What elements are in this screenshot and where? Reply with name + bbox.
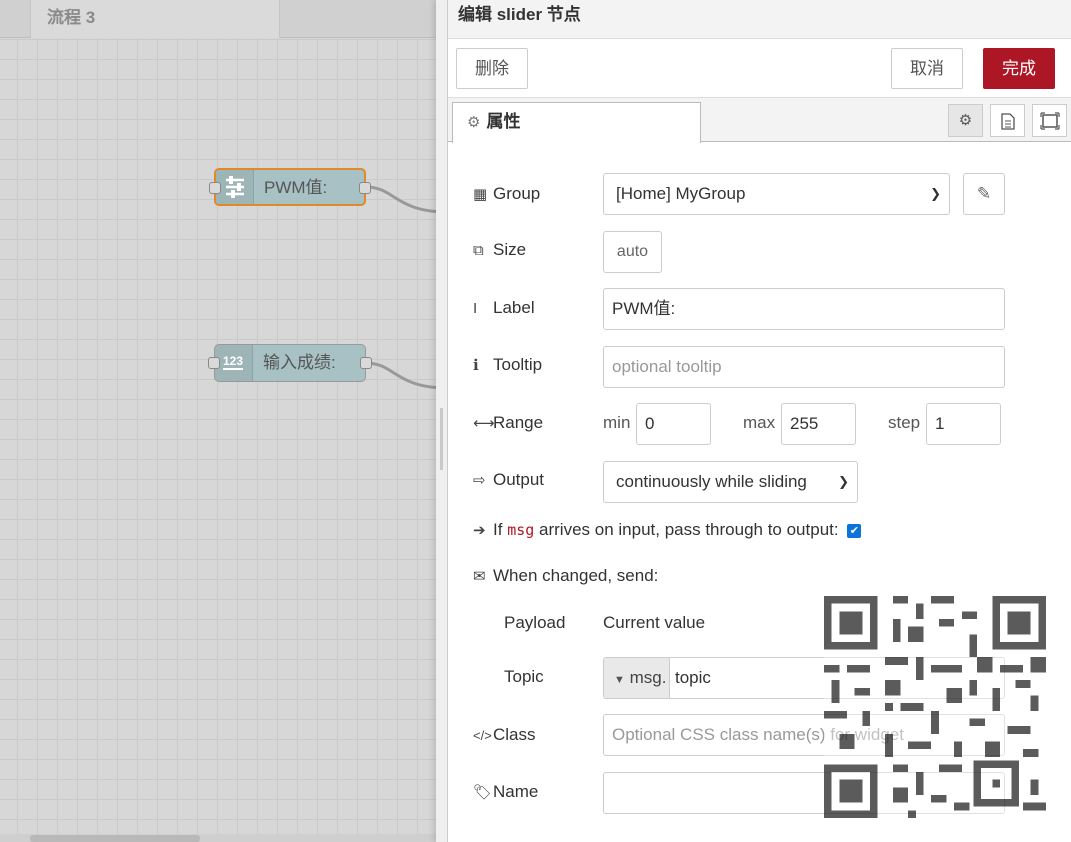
group-select-value: [Home] MyGroup xyxy=(616,184,746,203)
tray-resize-edge[interactable] xyxy=(436,0,448,842)
editor-tabs: ⚙ 属性 ⚙ xyxy=(448,98,1071,143)
sign-out-icon: ⇨ xyxy=(473,472,486,489)
output-label: ⇨ Output xyxy=(473,470,545,489)
step-label: step xyxy=(888,413,921,432)
passthrough-checkbox[interactable]: ✔ xyxy=(847,523,862,538)
edit-group-button[interactable]: ✎ xyxy=(963,173,1005,215)
typed-input-type-button[interactable]: ▼ msg. xyxy=(604,658,670,698)
group-label: ▦ Group xyxy=(473,184,541,203)
name-label: 🏷Name xyxy=(473,782,539,801)
node-label: 输入成绩: xyxy=(263,353,336,372)
range-label: ⟷Range xyxy=(473,413,544,432)
settings-tab-icon[interactable]: ⚙ xyxy=(948,104,983,137)
horizontal-scrollbar[interactable] xyxy=(0,834,448,842)
numeric-node[interactable]: 123 输入成绩: xyxy=(208,344,372,382)
text-cursor-icon: I xyxy=(473,300,478,317)
flow-workspace[interactable]: 流程 3 PWM值: 123 输入成绩: xyxy=(0,0,448,842)
input-port[interactable] xyxy=(208,357,220,369)
tooltip-label: ℹ Tooltip xyxy=(473,355,543,374)
description-tab-icon[interactable] xyxy=(990,104,1025,137)
qr-code-watermark xyxy=(824,596,1046,818)
max-input[interactable]: 255 xyxy=(781,403,856,445)
cancel-button[interactable]: 取消 xyxy=(891,48,963,89)
appearance-tab-icon[interactable] xyxy=(1032,104,1067,137)
scrollbar-thumb[interactable] xyxy=(30,835,200,842)
app-root: 流程 3 PWM值: 123 输入成绩: 编辑 slider 节点 删除 取消 … xyxy=(0,0,1071,842)
chevron-down-icon: ❯ xyxy=(930,186,941,201)
topic-value: topic xyxy=(675,668,711,687)
size-icon: ⧉ xyxy=(473,242,484,259)
pencil-icon: ✎ xyxy=(976,184,992,203)
delete-button[interactable]: 删除 xyxy=(456,48,528,89)
arrows-horizontal-icon: ⟷ xyxy=(473,415,495,432)
arrow-right-icon: ➔ xyxy=(473,522,486,539)
slider-icon xyxy=(216,170,254,204)
resize-grip[interactable] xyxy=(440,408,443,470)
label-input[interactable]: PWM值: xyxy=(603,288,1005,330)
tag-icon: 🏷 xyxy=(473,784,493,801)
tab-properties-label: 属性 xyxy=(486,112,521,131)
tooltip-input[interactable]: optional tooltip xyxy=(603,346,1005,388)
max-label: max xyxy=(743,413,776,432)
group-select[interactable]: [Home] MyGroup ❯ xyxy=(603,173,950,215)
done-button[interactable]: 完成 xyxy=(983,48,1055,89)
min-label: min xyxy=(603,413,631,432)
payload-value: Current value xyxy=(603,613,706,632)
when-changed-label: ✉ When changed, send: xyxy=(473,566,659,585)
node-label: PWM值: xyxy=(264,178,328,197)
gear-icon: ⚙ xyxy=(467,114,481,131)
label-label: I Label xyxy=(473,298,535,317)
info-icon: ℹ xyxy=(473,357,479,374)
table-icon: ▦ xyxy=(473,186,488,203)
size-button[interactable]: auto xyxy=(603,231,662,273)
class-label: </>Class xyxy=(473,725,536,744)
output-port[interactable] xyxy=(359,182,371,194)
output-select[interactable]: continuously while sliding ❯ xyxy=(603,461,858,503)
size-label: ⧉ Size xyxy=(473,240,527,259)
chevron-down-icon: ❯ xyxy=(838,474,849,489)
tray-toolbar: 删除 取消 完成 xyxy=(448,39,1071,98)
passthrough-row: ➔ If msg arrives on input, pass through t… xyxy=(473,520,862,540)
topic-label: Topic xyxy=(504,667,544,686)
min-input[interactable]: 0 xyxy=(636,403,711,445)
output-select-value: continuously while sliding xyxy=(616,472,807,491)
step-input[interactable]: 1 xyxy=(926,403,1001,445)
tray-title: 编辑 slider 节点 xyxy=(448,0,1071,39)
node-wires xyxy=(365,185,448,390)
tab-properties[interactable]: ⚙ 属性 xyxy=(452,102,701,143)
output-port[interactable] xyxy=(360,357,372,369)
numeric-badge: 123 xyxy=(223,354,244,370)
code-icon: </> xyxy=(473,728,492,743)
envelope-icon: ✉ xyxy=(473,568,486,585)
numeric-icon: 123 xyxy=(215,345,253,381)
caret-down-icon: ▼ xyxy=(614,674,625,686)
input-port[interactable] xyxy=(209,182,221,194)
msg-code: msg xyxy=(507,521,535,539)
payload-label: Payload xyxy=(504,613,566,632)
slider-node[interactable]: PWM值: xyxy=(209,168,371,206)
